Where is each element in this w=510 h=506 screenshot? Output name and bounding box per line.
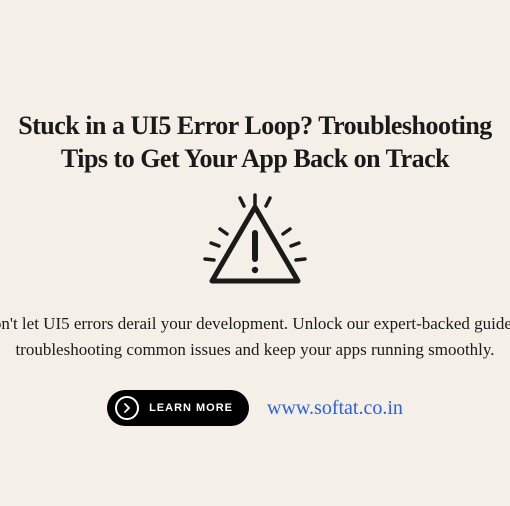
chevron-right-icon [115,396,139,420]
learn-more-label: LEARN MORE [149,402,233,414]
description-line1: Don't let UI5 errors derail your develop… [0,314,510,333]
website-link[interactable]: www.softat.co.in [267,397,403,420]
headline-line2: Tips to Get Your App Back on Track [0,143,510,176]
footer-row: LEARN MORE www.softat.co.in [0,390,510,426]
learn-more-button[interactable]: LEARN MORE [107,390,249,426]
headline: Stuck in a UI5 Error Loop? Troubleshooti… [0,110,510,175]
headline-line1: Stuck in a UI5 Error Loop? Troubleshooti… [18,111,492,140]
warning-triangle-icon [0,193,510,293]
description-line2: troubleshooting common issues and keep y… [0,337,510,363]
description: Don't let UI5 errors derail your develop… [0,311,510,362]
